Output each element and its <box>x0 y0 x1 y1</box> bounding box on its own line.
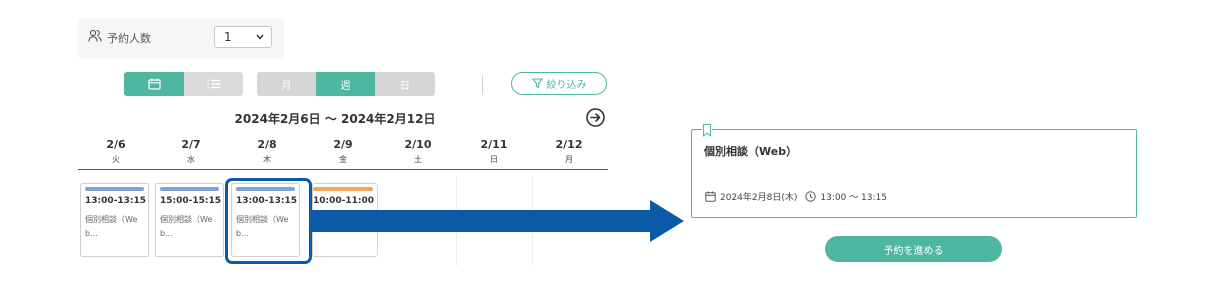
day-date: 2/9 <box>333 138 353 151</box>
filter-button[interactable]: 絞り込み <box>511 72 607 95</box>
tab-month[interactable]: 月 <box>257 72 316 96</box>
time-slot-card[interactable]: 15:00-15:15 個別相談（Web... <box>155 183 224 257</box>
day-weekday: 土 <box>414 155 422 164</box>
day-weekday: 木 <box>263 155 271 164</box>
detail-time: 13:00 ～ 13:15 <box>820 193 887 203</box>
chevron-down-icon <box>256 34 264 40</box>
list-icon <box>207 79 220 89</box>
day-date: 2/10 <box>404 138 432 151</box>
arrow-right-icon <box>312 200 684 242</box>
slot-description: 個別相談（Web... <box>160 215 213 238</box>
arrow-right-circle-icon[interactable] <box>586 108 605 127</box>
funnel-icon <box>531 78 543 89</box>
day-header: 2/9 金 <box>313 138 373 165</box>
day-date: 2/11 <box>480 138 508 151</box>
header-divider <box>78 169 608 170</box>
day-date: 2/12 <box>555 138 583 151</box>
day-header: 2/12 月 <box>539 138 599 165</box>
slot-time: 13:00-13:15 <box>85 196 147 206</box>
day-weekday: 金 <box>339 155 347 164</box>
filter-label: 絞り込み <box>546 80 587 91</box>
party-size-label: 予約人数 <box>107 32 151 45</box>
slot-time: 15:00-15:15 <box>160 196 222 206</box>
people-icon <box>88 29 102 42</box>
day-weekday: 水 <box>187 155 195 164</box>
detail-title: 個別相談（Web） <box>704 145 798 158</box>
date-range-title: 2024年2月6日 ～ 2024年2月12日 <box>234 112 436 126</box>
calendar-view-button[interactable] <box>124 72 184 96</box>
slot-color-bar <box>85 187 144 191</box>
day-date: 2/8 <box>257 138 277 151</box>
day-weekday: 日 <box>490 155 498 164</box>
detail-date: 2024年2月8日(木) <box>720 193 798 203</box>
calendar-icon <box>147 78 161 90</box>
day-header: 2/7 水 <box>161 138 221 165</box>
party-size-value: 1 <box>224 30 232 44</box>
day-header: 2/11 日 <box>464 138 524 165</box>
day-header: 2/10 土 <box>388 138 448 165</box>
party-size-select[interactable]: 1 <box>214 26 272 48</box>
day-header: 2/6 火 <box>86 138 146 165</box>
selection-highlight <box>225 178 312 264</box>
slot-description: 個別相談（Web... <box>85 215 138 238</box>
day-weekday: 火 <box>112 155 120 164</box>
slot-color-bar <box>313 187 373 191</box>
list-view-button[interactable] <box>184 72 243 96</box>
day-date: 2/7 <box>181 138 201 151</box>
tab-week[interactable]: 週 <box>316 72 375 96</box>
tab-day[interactable]: 日 <box>375 72 435 96</box>
slot-color-bar <box>160 187 219 191</box>
proceed-reservation-button[interactable]: 予約を進める <box>825 236 1002 262</box>
day-header: 2/8 木 <box>237 138 297 165</box>
clock-icon <box>805 191 817 202</box>
day-weekday: 月 <box>565 155 573 164</box>
toolbar-divider <box>482 75 483 95</box>
calendar-icon <box>705 191 716 202</box>
detail-meta: 2024年2月8日(木) 13:00 ～ 13:15 <box>705 190 887 203</box>
time-slot-card[interactable]: 13:00-13:15 個別相談（Web... <box>80 183 149 257</box>
day-date: 2/6 <box>106 138 126 151</box>
bookmark-icon <box>702 124 712 137</box>
